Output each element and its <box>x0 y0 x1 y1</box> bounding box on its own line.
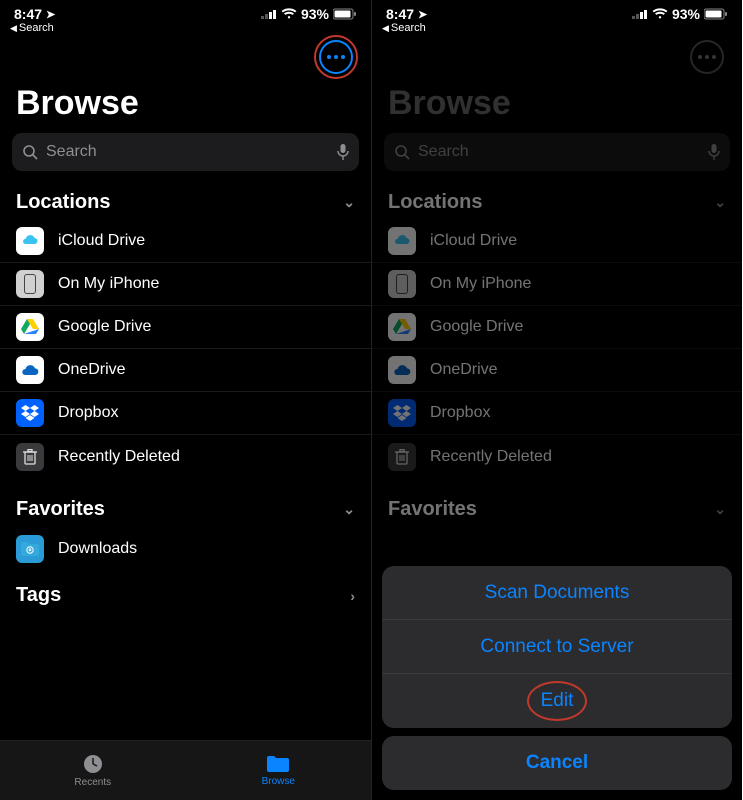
action-sheet-group: Scan Documents Connect to Server Edit <box>382 566 732 728</box>
locations-header[interactable]: Locations ⌄ <box>0 185 371 220</box>
icloud-icon <box>388 227 416 255</box>
chevron-down-icon: ⌄ <box>714 194 726 211</box>
search-placeholder: Search <box>418 143 469 161</box>
status-bar: 8:47 ➤ 93% <box>372 0 742 22</box>
search-icon <box>22 144 38 160</box>
cellular-icon <box>632 9 648 19</box>
status-bar: 8:47 ➤ 93% <box>0 0 371 22</box>
chevron-down-icon: ⌄ <box>343 194 355 211</box>
status-time: 8:47 <box>14 6 42 22</box>
favorites-header: Favorites ⌄ <box>372 492 742 527</box>
dropbox-icon <box>388 399 416 427</box>
chevron-down-icon: ⌄ <box>343 501 355 518</box>
search-placeholder: Search <box>46 143 97 161</box>
more-button[interactable] <box>319 40 353 74</box>
battery-percent: 93% <box>301 6 329 22</box>
iphone-icon <box>388 270 416 298</box>
location-row-recently-deleted: Recently Deleted <box>372 435 742 478</box>
wifi-icon <box>652 8 668 20</box>
more-button[interactable] <box>690 40 724 74</box>
location-row-dropbox[interactable]: Dropbox <box>0 392 371 435</box>
battery-icon <box>704 8 728 20</box>
wifi-icon <box>281 8 297 20</box>
icloud-icon <box>16 227 44 255</box>
sheet-item-edit[interactable]: Edit <box>382 674 732 728</box>
location-row-icloud: iCloud Drive <box>372 220 742 263</box>
location-row-on-my-iphone[interactable]: On My iPhone <box>0 263 371 306</box>
tab-bar: Recents Browse <box>0 740 371 800</box>
favorites-header[interactable]: Favorites ⌄ <box>0 492 371 527</box>
location-row-onedrive[interactable]: OneDrive <box>0 349 371 392</box>
search-input[interactable]: Search <box>12 133 359 171</box>
downloads-folder-icon <box>16 535 44 563</box>
clock-icon <box>82 753 104 775</box>
tab-browse[interactable]: Browse <box>186 741 372 800</box>
trash-icon <box>16 443 44 471</box>
location-arrow-icon: ➤ <box>418 8 427 21</box>
locations-list: iCloud Drive On My iPhone Google Drive O… <box>372 220 742 478</box>
locations-list: iCloud Drive On My iPhone Google Drive O… <box>0 220 371 478</box>
location-row-google-drive[interactable]: Google Drive <box>0 306 371 349</box>
dropbox-icon <box>16 399 44 427</box>
phone-right: 8:47 ➤ 93% ◀ Search Browse Sea <box>371 0 742 800</box>
iphone-icon <box>16 270 44 298</box>
battery-icon <box>333 8 357 20</box>
back-to-search[interactable]: ◀ Search <box>372 22 742 38</box>
trash-icon <box>388 443 416 471</box>
sheet-item-connect-to-server[interactable]: Connect to Server <box>382 620 732 674</box>
onedrive-icon <box>16 356 44 384</box>
folder-icon <box>266 754 290 774</box>
location-row-on-my-iphone: On My iPhone <box>372 263 742 306</box>
back-caret-icon: ◀ <box>10 23 17 34</box>
onedrive-icon <box>388 356 416 384</box>
back-caret-icon: ◀ <box>382 23 389 34</box>
location-row-google-drive: Google Drive <box>372 306 742 349</box>
chevron-down-icon: ⌄ <box>714 501 726 518</box>
location-arrow-icon: ➤ <box>46 8 55 21</box>
google-drive-icon <box>388 313 416 341</box>
sheet-item-scan-documents[interactable]: Scan Documents <box>382 566 732 620</box>
phone-left: 8:47 ➤ 93% ◀ Search <box>0 0 371 800</box>
search-icon <box>394 144 410 160</box>
page-title: Browse <box>372 78 742 133</box>
back-to-search[interactable]: ◀ Search <box>0 22 371 38</box>
microphone-icon[interactable] <box>337 143 349 161</box>
favorites-list: Downloads <box>0 527 371 570</box>
location-row-onedrive: OneDrive <box>372 349 742 392</box>
cellular-icon <box>261 9 277 19</box>
page-title: Browse <box>0 78 371 133</box>
sheet-cancel-button[interactable]: Cancel <box>382 736 732 790</box>
status-time: 8:47 <box>386 6 414 22</box>
favorite-row-downloads[interactable]: Downloads <box>0 527 371 570</box>
google-drive-icon <box>16 313 44 341</box>
tags-header[interactable]: Tags › <box>0 570 371 621</box>
search-input: Search <box>384 133 730 171</box>
microphone-icon <box>708 143 720 161</box>
chevron-right-icon: › <box>350 588 355 604</box>
location-row-dropbox: Dropbox <box>372 392 742 435</box>
action-sheet: Scan Documents Connect to Server Edit Ca… <box>382 566 732 790</box>
location-row-icloud[interactable]: iCloud Drive <box>0 220 371 263</box>
battery-percent: 93% <box>672 6 700 22</box>
locations-header: Locations ⌄ <box>372 185 742 220</box>
location-row-recently-deleted[interactable]: Recently Deleted <box>0 435 371 478</box>
tab-recents[interactable]: Recents <box>0 741 186 800</box>
